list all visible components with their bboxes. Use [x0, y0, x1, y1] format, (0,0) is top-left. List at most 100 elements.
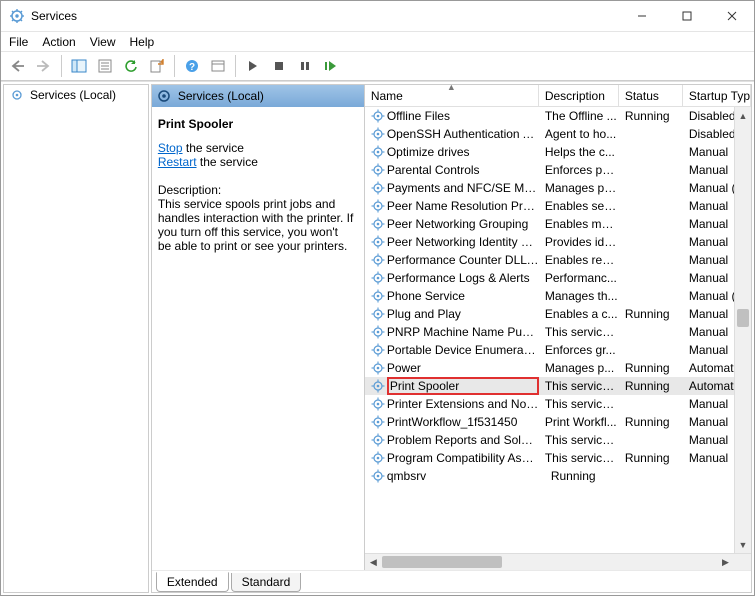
service-name: Plug and Play — [387, 307, 539, 321]
menu-view[interactable]: View — [90, 35, 116, 49]
maximize-button[interactable] — [664, 1, 709, 31]
service-row[interactable]: Phone ServiceManages th...Manual (Tri — [365, 287, 751, 305]
service-row[interactable]: PowerManages p...RunningAutomatic — [365, 359, 751, 377]
stop-service-button[interactable] — [267, 54, 291, 78]
scroll-thumb[interactable] — [737, 309, 749, 327]
scroll-up-button[interactable]: ▲ — [735, 107, 751, 124]
service-row[interactable]: Printer Extensions and Notif...This serv… — [365, 395, 751, 413]
menu-help[interactable]: Help — [130, 35, 155, 49]
tree-item-services-local[interactable]: Services (Local) — [4, 85, 148, 105]
service-row[interactable]: PNRP Machine Name Publi...This service .… — [365, 323, 751, 341]
horizontal-scrollbar[interactable]: ◀ ▶ — [365, 553, 751, 570]
show-hide-tree-button[interactable] — [67, 54, 91, 78]
window-title: Services — [31, 9, 619, 23]
help-button[interactable]: ? — [180, 54, 204, 78]
service-row[interactable]: Peer Networking GroupingEnables mul...Ma… — [365, 215, 751, 233]
vertical-scrollbar[interactable]: ▲ ▼ — [734, 107, 751, 553]
service-name: Peer Networking Grouping — [387, 217, 539, 231]
gear-icon — [371, 199, 385, 213]
service-description: Enables a c... — [539, 307, 619, 321]
service-row[interactable]: Parental ControlsEnforces pa...Manual — [365, 161, 751, 179]
service-row[interactable]: Peer Name Resolution Prot...Enables serv… — [365, 197, 751, 215]
menu-file[interactable]: File — [9, 35, 28, 49]
service-name: OpenSSH Authentication A... — [387, 127, 539, 141]
stop-service-link[interactable]: Stop — [158, 141, 183, 155]
scroll-down-button[interactable]: ▼ — [735, 536, 751, 553]
restart-service-link[interactable]: Restart — [158, 155, 197, 169]
service-row[interactable]: Optimize drivesHelps the c...Manual — [365, 143, 751, 161]
service-description: Performanc... — [539, 271, 619, 285]
titlebar[interactable]: Services — [1, 1, 754, 31]
service-row[interactable]: qmbsrvRunning — [365, 467, 751, 485]
service-row[interactable]: Offline FilesThe Offline ...RunningDisab… — [365, 107, 751, 125]
restart-service-button[interactable] — [319, 54, 343, 78]
forward-button[interactable] — [32, 54, 56, 78]
gear-icon — [371, 217, 385, 231]
refresh-button[interactable] — [119, 54, 143, 78]
detail-pane: Services (Local) Print Spooler Stop the … — [152, 85, 364, 570]
service-row[interactable]: Problem Reports and Soluti...This servic… — [365, 431, 751, 449]
service-name: Problem Reports and Soluti... — [387, 433, 539, 447]
menubar: File Action View Help — [1, 31, 754, 51]
sort-asc-icon: ▲ — [447, 85, 456, 92]
service-description: This service ... — [539, 397, 619, 411]
tab-extended[interactable]: Extended — [156, 572, 229, 592]
gear-icon — [371, 127, 385, 141]
tab-standard[interactable]: Standard — [231, 573, 302, 592]
service-description: Running — [539, 469, 619, 483]
gear-icon — [371, 235, 385, 249]
service-row[interactable]: PrintWorkflow_1f531450Print Workfl...Run… — [365, 413, 751, 431]
view-tabs: Extended Standard — [152, 570, 751, 592]
column-headers: Name▲ Description Status Startup Typ — [365, 85, 751, 107]
detail-header-text: Services (Local) — [178, 89, 264, 103]
service-name: Parental Controls — [387, 163, 539, 177]
service-status: Running — [619, 451, 683, 465]
gear-icon — [10, 88, 24, 102]
gear-icon — [371, 109, 385, 123]
svg-text:?: ? — [189, 62, 195, 73]
service-description: Enforces pa... — [539, 163, 619, 177]
properties-button[interactable] — [93, 54, 117, 78]
close-button[interactable] — [709, 1, 754, 31]
service-name: Performance Counter DLL ... — [387, 253, 539, 267]
pause-service-button[interactable] — [293, 54, 317, 78]
service-row[interactable]: Performance Counter DLL ...Enables rem..… — [365, 251, 751, 269]
service-description: Agent to ho... — [539, 127, 619, 141]
gear-icon — [371, 451, 385, 465]
service-list: Name▲ Description Status Startup Typ Off… — [364, 85, 751, 570]
start-service-button[interactable] — [241, 54, 265, 78]
service-row[interactable]: Portable Device Enumerator...Enforces gr… — [365, 341, 751, 359]
service-status: Running — [545, 469, 609, 483]
service-description: The Offline ... — [539, 109, 619, 123]
back-button[interactable] — [6, 54, 30, 78]
stop-suffix: the service — [183, 141, 244, 155]
help2-button[interactable] — [206, 54, 230, 78]
service-row[interactable]: Peer Networking Identity M...Provides id… — [365, 233, 751, 251]
tree-item-label: Services (Local) — [30, 88, 116, 102]
service-row[interactable]: Print SpoolerThis service ...RunningAuto… — [365, 377, 751, 395]
export-button[interactable] — [145, 54, 169, 78]
gear-icon — [371, 325, 385, 339]
gear-icon — [371, 289, 385, 303]
col-startup-type[interactable]: Startup Typ — [683, 85, 751, 106]
gear-icon — [371, 433, 385, 447]
service-name: PrintWorkflow_1f531450 — [387, 415, 539, 429]
service-description: This service ... — [539, 433, 619, 447]
service-name: PNRP Machine Name Publi... — [387, 325, 539, 339]
minimize-button[interactable] — [619, 1, 664, 31]
service-row[interactable]: Performance Logs & AlertsPerformanc...Ma… — [365, 269, 751, 287]
service-status: Running — [619, 361, 683, 375]
scroll-left-button[interactable]: ◀ — [365, 554, 382, 570]
service-row[interactable]: Plug and PlayEnables a c...RunningManual — [365, 305, 751, 323]
menu-action[interactable]: Action — [42, 35, 75, 49]
service-row[interactable]: OpenSSH Authentication A...Agent to ho..… — [365, 125, 751, 143]
service-description: Enables serv... — [539, 199, 619, 213]
scroll-right-button[interactable]: ▶ — [717, 554, 734, 570]
service-row[interactable]: Program Compatibility Assi...This servic… — [365, 449, 751, 467]
col-status[interactable]: Status — [619, 85, 683, 106]
hscroll-thumb[interactable] — [382, 556, 502, 568]
col-description[interactable]: Description — [539, 85, 619, 106]
console-tree[interactable]: Services (Local) — [3, 84, 149, 593]
service-row[interactable]: Payments and NFC/SE Man...Manages pa...M… — [365, 179, 751, 197]
col-name[interactable]: Name▲ — [365, 85, 539, 106]
